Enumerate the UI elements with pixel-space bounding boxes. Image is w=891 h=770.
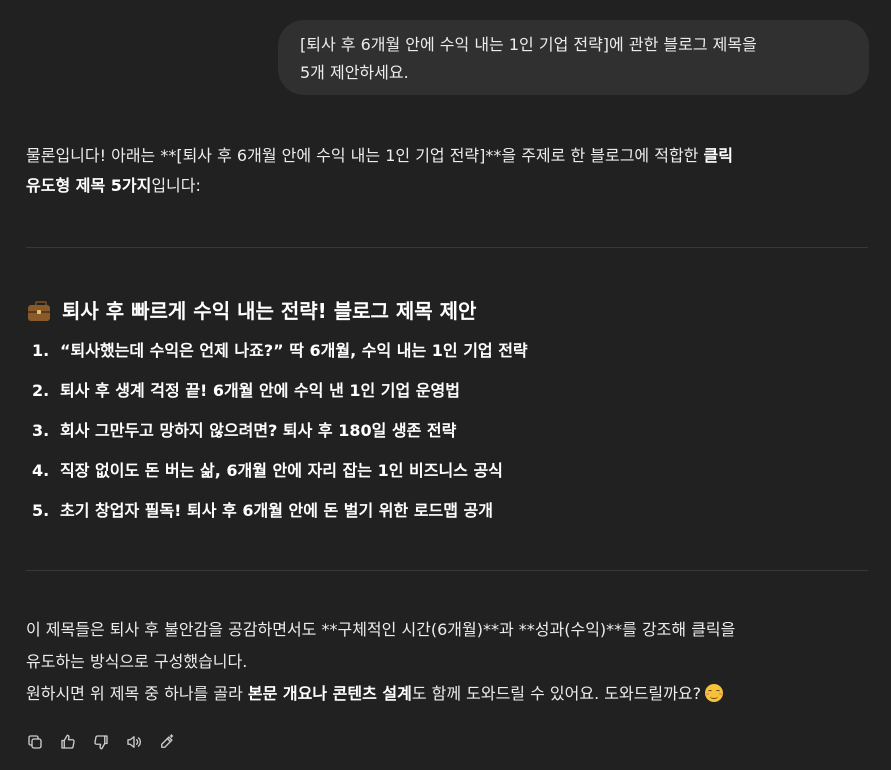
intro-bold-1: 클릭 [703,146,733,165]
outro-text: 원하시면 위 제목 중 하나를 골라 [26,684,248,703]
list-item-text: 초기 창업자 필독! 퇴사 후 6개월 안에 돈 벌기 위한 로드맵 공개 [60,501,493,520]
outro-bold: 본문 개요나 콘텐츠 설계 [247,684,412,703]
intro-text: 물론입니다! 아래는 **[퇴사 후 6개월 안에 수익 내는 1인 기업 전략… [26,146,704,165]
outro-paragraph-2: 원하시면 위 제목 중 하나를 골라 본문 개요나 콘텐츠 설계도 함께 도와드… [26,678,868,710]
user-message-line-1: [퇴사 후 6개월 안에 수익 내는 1인 기업 전략]에 관한 블로그 제목을 [300,35,757,54]
copy-icon [28,735,42,749]
briefcase-icon [26,296,52,326]
thumbs-down-button[interactable] [92,729,125,755]
edit-button[interactable] [158,729,191,755]
intro-text-end: 입니다: [151,176,201,195]
list-item-text: 퇴사 후 생계 걱정 끝! 6개월 안에 수익 낸 1인 기업 운영법 [60,381,460,400]
user-message-bubble: [퇴사 후 6개월 안에 수익 내는 1인 기업 전략]에 관한 블로그 제목을… [278,20,869,95]
message-actions [26,729,191,755]
intro-paragraph: 물론입니다! 아래는 **[퇴사 후 6개월 안에 수익 내는 1인 기업 전략… [26,141,866,201]
read-aloud-icon [127,736,141,748]
list-item-number: 1. [32,341,50,360]
divider [26,247,868,248]
list-item-text: 회사 그만두고 망하지 않으려면? 퇴사 후 180일 생존 전략 [60,421,457,440]
list-item-text: 직장 없이도 돈 버는 삶, 6개월 안에 자리 잡는 1인 비즈니스 공식 [60,461,503,480]
outro-paragraph-1: 이 제목들은 퇴사 후 불안감을 공감하면서도 **구체적인 시간(6개월)**… [26,614,868,678]
smiling-face-emoji-icon [705,684,724,702]
edit-icon [161,734,174,748]
section-heading-text: 퇴사 후 빠르게 수익 내는 전략! 블로그 제목 제안 [62,299,477,323]
list-item-number: 2. [32,381,50,400]
user-message-line-2: 5개 제안하세요. [300,63,409,82]
thumbs-up-icon [61,734,75,749]
intro-bold-2: 유도형 제목 5가지 [26,176,152,195]
section-heading: 퇴사 후 빠르게 수익 내는 전략! 블로그 제목 제안 [26,296,476,326]
read-aloud-button[interactable] [125,729,158,755]
outro-line-1: 이 제목들은 퇴사 후 불안감을 공감하면서도 **구체적인 시간(6개월)**… [26,620,736,639]
divider [26,570,868,571]
copy-button[interactable] [26,729,59,755]
outro-section: 이 제목들은 퇴사 후 불안감을 공감하면서도 **구체적인 시간(6개월)**… [26,614,868,710]
list-item-number: 5. [32,501,50,520]
list-item-text: “퇴사했는데 수익은 언제 나죠?” 딱 6개월, 수익 내는 1인 기업 전략 [60,341,528,360]
outro-line-2: 유도하는 방식으로 구성했습니다. [26,652,248,671]
list-item-number: 3. [32,421,50,440]
outro-text-end: 도 함께 도와드릴 수 있어요. 도와드릴까요? [411,684,702,703]
list-item-number: 4. [32,461,50,480]
thumbs-down-icon [94,735,108,750]
thumbs-up-button[interactable] [59,729,92,755]
